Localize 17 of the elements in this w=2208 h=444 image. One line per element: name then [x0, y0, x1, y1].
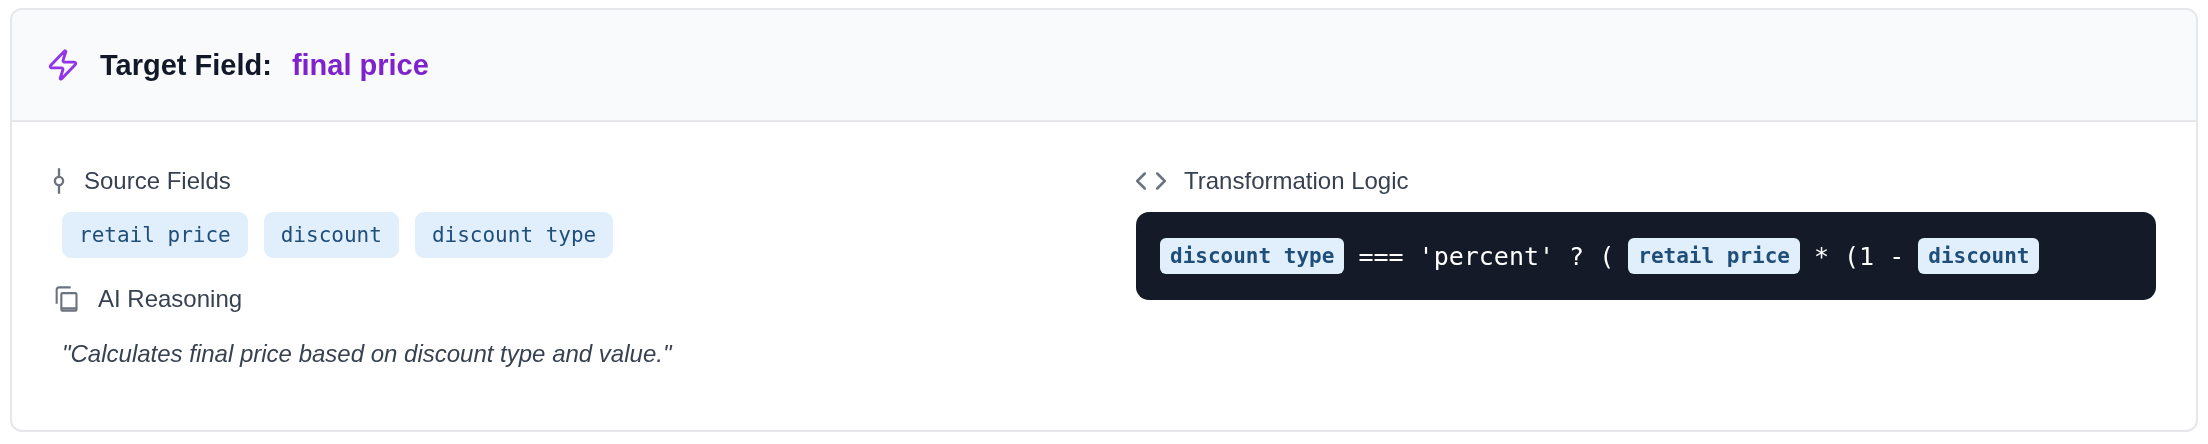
- field-token: discount: [1918, 238, 2040, 274]
- code-icon: [1136, 170, 1166, 192]
- reasoning-text: "Calculates final price based on discount type and value.": [62, 340, 674, 368]
- target-field-label: Target Field:: [100, 48, 272, 82]
- field-token: discount type: [1160, 238, 1345, 274]
- code-text: * (1 -: [1813, 241, 1905, 271]
- section-title: Source Fields: [84, 167, 231, 195]
- section-title: Transformation Logic: [1184, 167, 1409, 195]
- code-text: === 'percent' ? (: [1358, 241, 1615, 271]
- field-token: retail price: [1628, 238, 1800, 274]
- source-field-tag: retail price: [62, 212, 248, 258]
- lightning-icon: [46, 46, 80, 84]
- commit-icon: [52, 167, 66, 195]
- source-field-tag: discount type: [414, 212, 614, 258]
- section-title: AI Reasoning: [98, 285, 243, 313]
- target-field-value: final price: [291, 48, 429, 82]
- source-field-tag: discount: [263, 212, 399, 258]
